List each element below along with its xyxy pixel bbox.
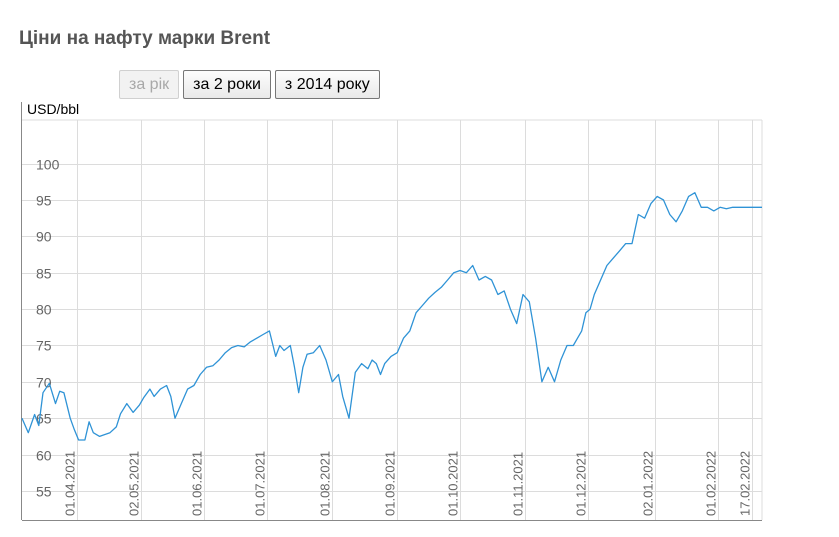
y-tick-label: 70 <box>36 375 52 391</box>
y-tick-label: 55 <box>36 484 52 500</box>
x-tick-label: 01.08.2021 <box>318 451 333 516</box>
y-tick-label: 100 <box>36 157 60 173</box>
x-tick-label: 02.01.2022 <box>641 451 656 516</box>
x-tick-label: 02.05.2021 <box>127 451 142 516</box>
x-tick-label: 01.10.2021 <box>446 451 461 516</box>
x-tick-label: 01.02.2022 <box>704 451 719 516</box>
x-tick-label: 01.07.2021 <box>253 451 268 516</box>
series-layer <box>21 192 762 441</box>
price-series-line-0 <box>21 192 762 441</box>
y-tick-label: 95 <box>36 193 52 209</box>
brent-price-chart: 55606570758085909510001.04.2021 02.05.202… <box>21 101 763 521</box>
x-tick-label: 01.06.2021 <box>190 451 205 516</box>
x-tick-label: 01.09.2021 <box>383 451 398 516</box>
y-tick-label: 85 <box>36 266 52 282</box>
x-tick-label: 17.02.2022 <box>738 451 753 516</box>
y-tick-label: 60 <box>36 448 52 464</box>
x-tick-label: 01.11.2021 <box>511 452 526 516</box>
y-tick-label: 80 <box>36 302 52 318</box>
x-tick-label: 01.04.2021 <box>63 451 78 516</box>
y-axis-label: USD/bbl <box>27 101 79 117</box>
y-tick-label: 75 <box>36 338 52 354</box>
x-tick-label: 01.12.2021 <box>574 451 589 516</box>
y-tick-label: 90 <box>36 229 52 245</box>
